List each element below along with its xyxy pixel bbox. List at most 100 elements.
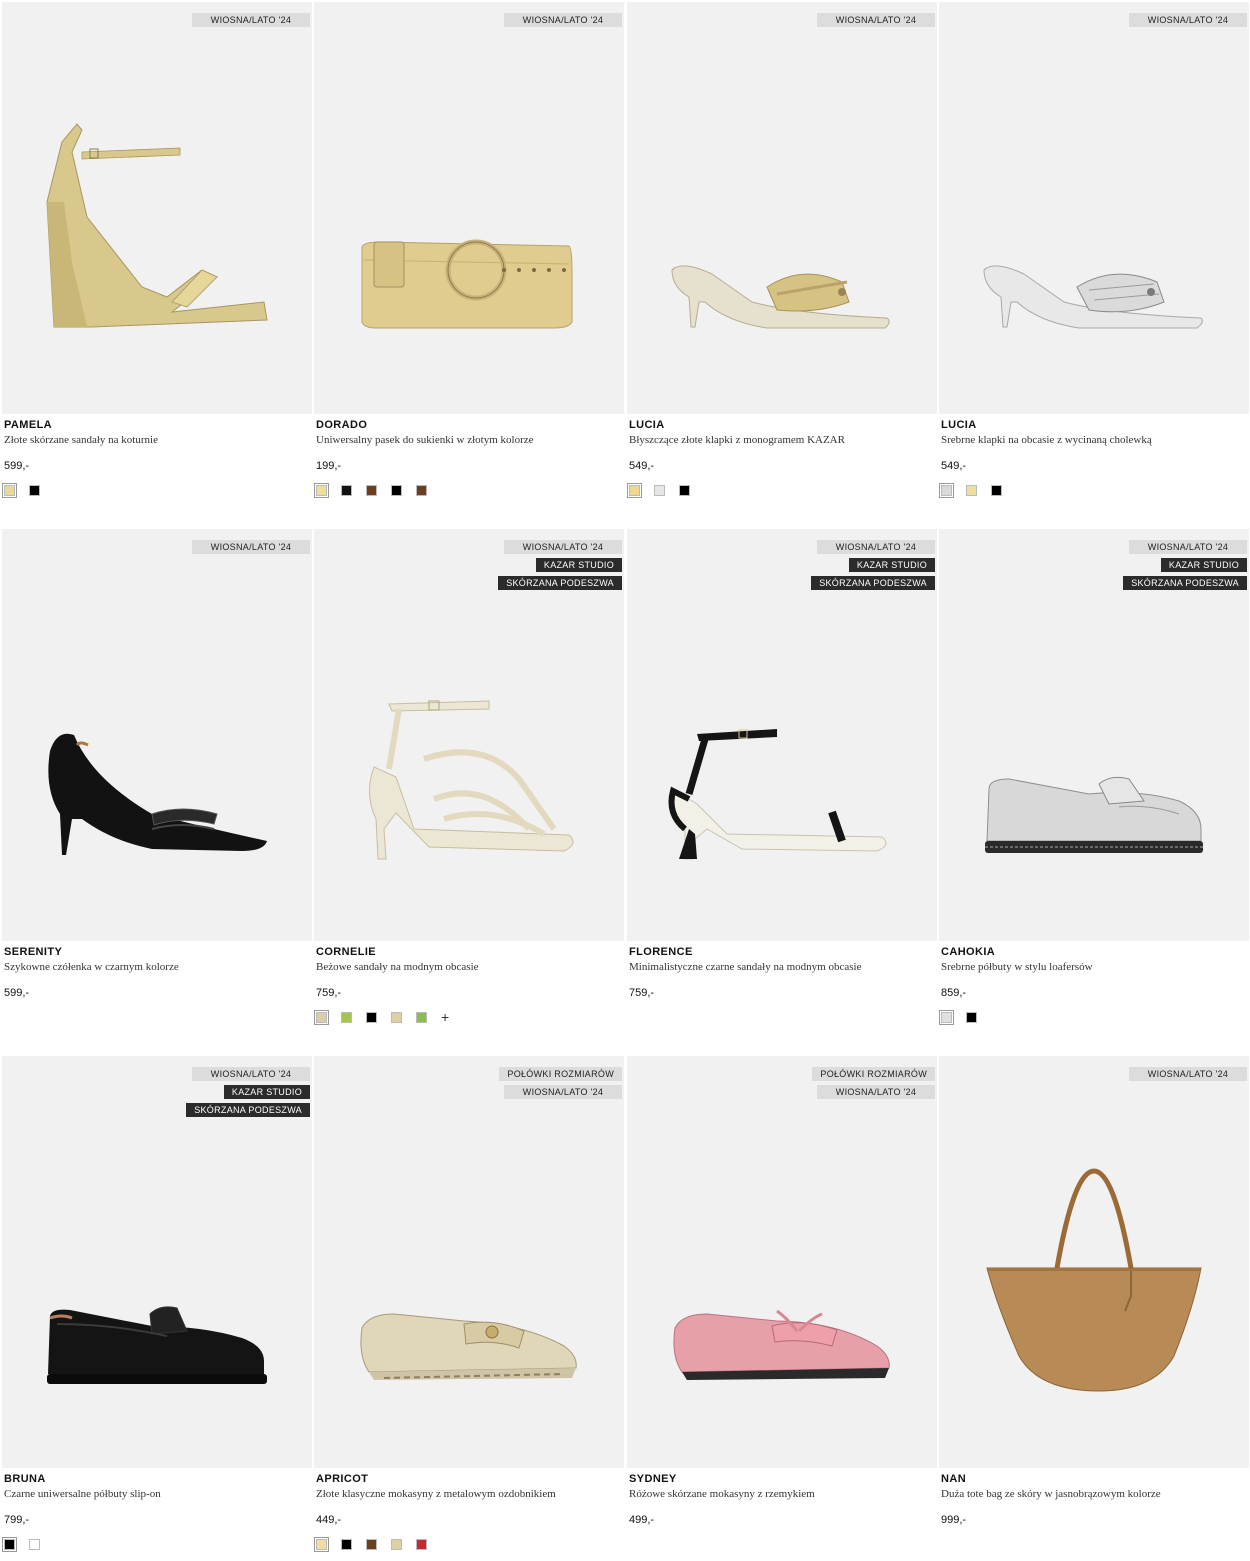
product-description[interactable]: Błyszczące złote klapki z monogramem KAZ…: [629, 434, 845, 446]
color-swatch[interactable]: [2, 1537, 17, 1552]
color-swatch[interactable]: [627, 483, 642, 498]
silver-loafer-image[interactable]: WIOSNA/LATO '24 KAZAR STUDIO SKÓRZANA PODE…: [939, 529, 1249, 941]
color-swatch[interactable]: [29, 1539, 40, 1550]
product-name[interactable]: CAHOKIA: [941, 946, 995, 958]
belt-image[interactable]: WIOSNA/LATO '24: [314, 2, 624, 414]
color-swatch[interactable]: [416, 1012, 427, 1023]
product-card[interactable]: WIOSNA/LATO '24 KAZAR STUDIO SKÓRZANA PODE…: [314, 529, 624, 1034]
color-swatch[interactable]: [391, 1012, 402, 1023]
pump-image[interactable]: WIOSNA/LATO '24: [2, 529, 312, 941]
product-card[interactable]: WIOSNA/LATO '24 LUCIA Srebrne klapki na ob…: [939, 2, 1249, 507]
product-tag: WIOSNA/LATO '24: [1129, 13, 1247, 27]
color-swatch[interactable]: [341, 485, 352, 496]
product-name[interactable]: NAN: [941, 1473, 966, 1485]
product-card[interactable]: WIOSNA/LATO '24 SERENITY Szykowne czółenka…: [2, 529, 312, 1034]
color-swatch[interactable]: [366, 485, 377, 496]
product-description[interactable]: Czarne uniwersalne półbuty slip-on: [4, 1488, 161, 1500]
product-tags: WIOSNA/LATO '24: [504, 13, 622, 27]
product-card[interactable]: WIOSNA/LATO '24 LUCIA Błyszczące złote kla…: [627, 2, 937, 507]
product-card[interactable]: WIOSNA/LATO '24 DORADO Uniwersalny pasek d…: [314, 2, 624, 507]
color-swatches: +: [314, 1010, 449, 1025]
color-swatch[interactable]: [416, 485, 427, 496]
product-tag: WIOSNA/LATO '24: [192, 540, 310, 554]
product-description[interactable]: Różowe skórzane mokasyny z rzemykiem: [629, 1488, 815, 1500]
color-swatch[interactable]: [29, 485, 40, 496]
color-swatch[interactable]: [939, 483, 954, 498]
mule-image[interactable]: WIOSNA/LATO '24: [627, 2, 937, 414]
product-card[interactable]: WIOSNA/LATO '24 KAZAR STUDIO SKÓRZANA PODE…: [627, 529, 937, 1034]
product-card[interactable]: WIOSNA/LATO '24 NAN Duża tote bag ze skóry…: [939, 1056, 1249, 1561]
product-price: 449,-: [316, 1514, 342, 1526]
color-swatch[interactable]: [966, 1012, 977, 1023]
color-swatch[interactable]: [939, 1010, 954, 1025]
product-card[interactable]: POŁÓWKI ROZMIARÓW WIOSNA/LATO '24 SYDNEY Ró…: [627, 1056, 937, 1561]
product-card[interactable]: WIOSNA/LATO '24 PAMELA Złote skórzane sand…: [2, 2, 312, 507]
product-tags: WIOSNA/LATO '24: [1129, 13, 1247, 27]
more-colors-icon[interactable]: +: [441, 1010, 449, 1024]
product-price: 549,-: [629, 460, 655, 472]
product-tag: WIOSNA/LATO '24: [504, 540, 622, 554]
color-swatch[interactable]: [2, 483, 17, 498]
color-swatch[interactable]: [991, 485, 1002, 496]
color-swatch[interactable]: [366, 1012, 377, 1023]
product-name[interactable]: APRICOT: [316, 1473, 368, 1485]
product-description[interactable]: Srebrne klapki na obcasie z wycinaną cho…: [941, 434, 1152, 446]
product-tag: POŁÓWKI ROZMIARÓW: [499, 1067, 622, 1081]
color-swatch[interactable]: [416, 1539, 427, 1550]
tote-bag-image[interactable]: WIOSNA/LATO '24: [939, 1056, 1249, 1468]
product-description[interactable]: Beżowe sandały na modnym obcasie: [316, 961, 479, 973]
color-swatches: [939, 483, 1016, 498]
product-name[interactable]: DORADO: [316, 419, 367, 431]
product-description[interactable]: Uniwersalny pasek do sukienki w złotym k…: [316, 434, 534, 446]
color-swatch[interactable]: [366, 1539, 377, 1550]
product-price: 759,-: [316, 987, 342, 999]
product-description[interactable]: Złote skórzane sandały na koturnie: [4, 434, 158, 446]
product-description[interactable]: Złote klasyczne mokasyny z metalowym ozd…: [316, 1488, 556, 1500]
product-tags: WIOSNA/LATO '24 KAZAR STUDIO SKÓRZANA PODE…: [498, 540, 622, 590]
product-name[interactable]: SERENITY: [4, 946, 62, 958]
color-swatch[interactable]: [679, 485, 690, 496]
color-swatch[interactable]: [966, 485, 977, 496]
product-tag: KAZAR STUDIO: [848, 558, 935, 572]
product-tags: WIOSNA/LATO '24: [192, 13, 310, 27]
product-tag: WIOSNA/LATO '24: [192, 1067, 310, 1081]
color-swatch[interactable]: [654, 485, 665, 496]
pink-moccasin-image[interactable]: POŁÓWKI ROZMIARÓW WIOSNA/LATO '24: [627, 1056, 937, 1468]
product-price: 999,-: [941, 1514, 967, 1526]
product-description[interactable]: Minimalistyczne czarne sandały na modnym…: [629, 961, 861, 973]
product-price: 799,-: [4, 1514, 30, 1526]
product-name[interactable]: LUCIA: [941, 419, 977, 431]
product-name[interactable]: BRUNA: [4, 1473, 46, 1485]
product-price: 759,-: [629, 987, 655, 999]
product-tag: KAZAR STUDIO: [535, 558, 622, 572]
product-name[interactable]: PAMELA: [4, 419, 52, 431]
product-name[interactable]: LUCIA: [629, 419, 665, 431]
product-description[interactable]: Szykowne czółenka w czarnym kolorze: [4, 961, 179, 973]
product-description[interactable]: Duża tote bag ze skóry w jasnobrązowym k…: [941, 1488, 1161, 1500]
color-swatch[interactable]: [391, 485, 402, 496]
product-price: 549,-: [941, 460, 967, 472]
product-name[interactable]: FLORENCE: [629, 946, 693, 958]
product-tags: WIOSNA/LATO '24 KAZAR STUDIO SKÓRZANA PODE…: [1123, 540, 1247, 590]
product-description[interactable]: Srebrne półbuty w stylu loafersów: [941, 961, 1093, 973]
silver-mule-image[interactable]: WIOSNA/LATO '24: [939, 2, 1249, 414]
product-name[interactable]: CORNELIE: [316, 946, 376, 958]
color-swatch[interactable]: [314, 1537, 329, 1552]
product-name[interactable]: SYDNEY: [629, 1473, 677, 1485]
black-loafer-image[interactable]: WIOSNA/LATO '24 KAZAR STUDIO SKÓRZANA PODE…: [2, 1056, 312, 1468]
black-sandal-image[interactable]: WIOSNA/LATO '24 KAZAR STUDIO SKÓRZANA PODE…: [627, 529, 937, 941]
color-swatch[interactable]: [391, 1539, 402, 1550]
product-card[interactable]: WIOSNA/LATO '24 KAZAR STUDIO SKÓRZANA PODE…: [2, 1056, 312, 1561]
product-card[interactable]: WIOSNA/LATO '24 KAZAR STUDIO SKÓRZANA PODE…: [939, 529, 1249, 1034]
color-swatch[interactable]: [314, 1010, 329, 1025]
color-swatch[interactable]: [341, 1539, 352, 1550]
product-tags: POŁÓWKI ROZMIARÓW WIOSNA/LATO '24: [812, 1067, 935, 1099]
wedge-sandal-image[interactable]: WIOSNA/LATO '24: [2, 2, 312, 414]
product-price: 599,-: [4, 460, 30, 472]
product-card[interactable]: POŁÓWKI ROZMIARÓW WIOSNA/LATO '24 APRICOT Z…: [314, 1056, 624, 1561]
product-tag: POŁÓWKI ROZMIARÓW: [812, 1067, 935, 1081]
color-swatch[interactable]: [341, 1012, 352, 1023]
strappy-sandal-image[interactable]: WIOSNA/LATO '24 KAZAR STUDIO SKÓRZANA PODE…: [314, 529, 624, 941]
color-swatch[interactable]: [314, 483, 329, 498]
gold-moccasin-image[interactable]: POŁÓWKI ROZMIARÓW WIOSNA/LATO '24: [314, 1056, 624, 1468]
